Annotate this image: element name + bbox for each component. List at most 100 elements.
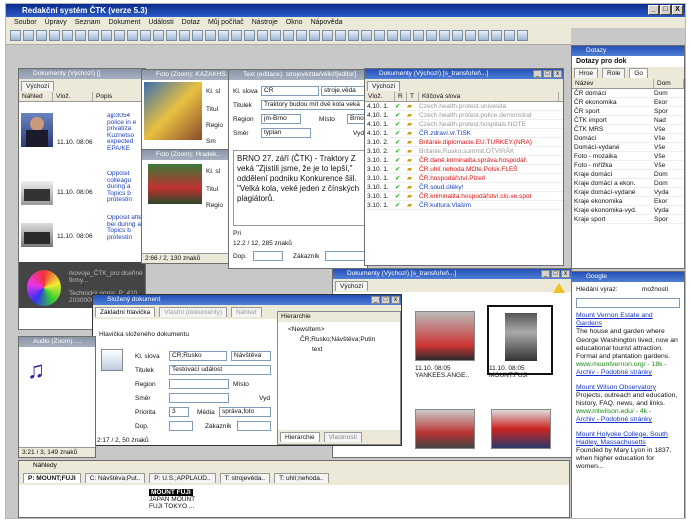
query-row[interactable]: Kraje domácí-vydané Vyda (572, 188, 684, 197)
toolbar-button[interactable] (426, 30, 437, 41)
toolbar-button[interactable] (166, 30, 177, 41)
toolbar-button[interactable] (179, 30, 190, 41)
preview-tab[interactable]: P: U.S.;APPLAUD.. (149, 473, 216, 483)
query-row[interactable]: Kraje domácí Dom (572, 170, 684, 179)
result-links[interactable]: Archiv - Podobné stránky (576, 416, 680, 424)
thumbnail-4[interactable] (415, 409, 475, 449)
toolbar-button[interactable] (478, 30, 489, 41)
keywords-field[interactable]: ČR;Rusko (169, 351, 227, 361)
options-checkbox[interactable]: možnosti (642, 286, 668, 293)
toolbar-button[interactable] (101, 30, 112, 41)
customer-field[interactable] (237, 421, 271, 431)
preview-tab[interactable]: T: uhlí;nehoda.. (274, 473, 329, 483)
minimize-button[interactable]: _ (541, 270, 550, 278)
toolbar-button[interactable] (114, 30, 125, 41)
maximize-button[interactable]: □ (660, 5, 671, 15)
query-row[interactable]: Kraje ekonomika Ekor (572, 197, 684, 206)
col-name[interactable]: Název (572, 79, 654, 88)
menu-seznam[interactable]: Seznam (75, 17, 101, 28)
minimize-button[interactable]: _ (533, 70, 542, 78)
dop-field[interactable] (169, 421, 193, 431)
toolbar-button[interactable] (88, 30, 99, 41)
maximize-button[interactable]: □ (551, 270, 560, 278)
query-row[interactable]: Foto - mřížka Vše (572, 161, 684, 170)
toolbar-button[interactable] (192, 30, 203, 41)
query-row[interactable]: Foto - mozaika Vše (572, 152, 684, 161)
title-field[interactable]: Traktory budou mít dvě kola veká (261, 100, 367, 110)
table-row[interactable]: 3.10. 1. ✔ ▰ ČR.soud.útěky! (365, 183, 563, 192)
toolbar-button[interactable] (491, 30, 502, 41)
thumbnail-protest[interactable] (21, 223, 53, 247)
toolbar-button[interactable] (296, 30, 307, 41)
col-nahled[interactable]: Náhled (19, 92, 53, 101)
thumbnail-group[interactable] (21, 181, 53, 205)
col-t[interactable]: T (407, 92, 419, 101)
customer-field[interactable] (325, 251, 365, 261)
toolbar-button[interactable] (504, 30, 515, 41)
tab-hroe[interactable]: Hroe (574, 68, 599, 78)
thumbnail-5[interactable] (491, 409, 551, 449)
toolbar-button[interactable] (231, 30, 242, 41)
toolbar-button[interactable] (322, 30, 333, 41)
toolbar-button[interactable] (244, 30, 255, 41)
photo-preview[interactable] (144, 82, 202, 140)
toolbar-button[interactable] (517, 30, 528, 41)
thumbnail-portrait[interactable] (21, 113, 53, 147)
title-field[interactable]: Testovací událost (169, 365, 271, 375)
keywords-field-2[interactable]: Návštěva (231, 351, 271, 361)
tab-preview[interactable]: Náhled (230, 307, 262, 317)
toolbar-button[interactable] (348, 30, 359, 41)
col-popis[interactable]: Popis (93, 92, 143, 101)
table-row[interactable]: 3.10. 1. ✔ ▰ ČR.kriminalita.hospodářství.cl… (365, 192, 563, 201)
toolbar-button[interactable] (309, 30, 320, 41)
tab-basic-header[interactable]: Základní hlavička (95, 307, 156, 317)
toolbar-button[interactable] (49, 30, 60, 41)
menu-upravy[interactable]: Úpravy (45, 17, 67, 28)
close-button[interactable]: x (391, 296, 400, 304)
result-title-link[interactable]: Mount Vernon Estate and Gardens (576, 312, 680, 328)
toolbar-button[interactable] (75, 30, 86, 41)
toolbar-button[interactable] (439, 30, 450, 41)
result-title-link[interactable]: Mount Holyoke College, South Hadley, Mas… (576, 431, 680, 447)
query-row[interactable]: ČR sport Spor (572, 107, 684, 116)
toolbar-button[interactable] (257, 30, 268, 41)
table-row[interactable]: 3.10. 1. ✔ ▰ ČR.uhlí.nehoda.MOte.Polsk.FLEŠ (365, 165, 563, 174)
toolbar-button[interactable] (218, 30, 229, 41)
table-row[interactable]: 3.10. 2. ✔ ▰ Británie.Rusko.summit.OTVIRÁK (365, 147, 563, 156)
menu-dokument[interactable]: Dokument (108, 17, 140, 28)
query-row[interactable]: ČTK import Nad (572, 116, 684, 125)
menu-okno[interactable]: Okno (286, 17, 303, 28)
direction-field[interactable]: typlan (261, 128, 311, 138)
toolbar-button[interactable] (140, 30, 151, 41)
table-row[interactable]: 4.10. 1. ✔ ▰ Czech.health.protest.hospitals… (365, 120, 563, 129)
toolbar-button[interactable] (387, 30, 398, 41)
toolbar-button[interactable] (400, 30, 411, 41)
tab-properties[interactable]: Vlastnosti (323, 432, 362, 442)
close-button[interactable]: x (561, 270, 570, 278)
col-keywords[interactable]: Klíčová slova (419, 92, 559, 101)
table-row[interactable]: 3.10. 1. ✔ ▰ ČR.kultura.Vlašim (365, 201, 563, 210)
table-row[interactable]: 4.10. 1. ✔ ▰ ČR.zdraví.vr.TISK (365, 129, 563, 138)
tab-role[interactable]: Role (602, 68, 626, 78)
tab-own-documents[interactable]: Vlastní (dokumenty) (159, 307, 227, 317)
toolbar-button[interactable] (465, 30, 476, 41)
query-row[interactable]: Domácí Vše (572, 134, 684, 143)
close-button[interactable]: X (672, 5, 683, 15)
toolbar-button[interactable] (335, 30, 346, 41)
toolbar-button[interactable] (153, 30, 164, 41)
col-vloz[interactable]: Vlož. (53, 92, 93, 101)
query-row[interactable]: Kraje domácí a ekon. Dom (572, 179, 684, 188)
table-row[interactable]: 3.10. 2. ✔ ▰ Británie.diplomacie.EU.TURKEY.… (365, 138, 563, 147)
keywords-field-2[interactable]: stroje,věda (321, 86, 367, 96)
toolbar-button[interactable] (23, 30, 34, 41)
query-row[interactable]: Domácí-vydané Vše (572, 143, 684, 152)
tree-node-text[interactable]: text (312, 346, 322, 353)
menu-dotaz[interactable]: Dotaz (182, 17, 200, 28)
result-links[interactable]: Archiv - Podobné stránky (576, 369, 680, 377)
menu-soubor[interactable]: Soubor (14, 17, 37, 28)
photo-preview[interactable] (148, 164, 202, 204)
toolbar-button[interactable] (452, 30, 463, 41)
menu-muj-pocitac[interactable]: Můj počítač (208, 17, 244, 28)
tab-hierarchy[interactable]: Hierarchie (280, 432, 320, 442)
region-field[interactable] (169, 379, 229, 389)
